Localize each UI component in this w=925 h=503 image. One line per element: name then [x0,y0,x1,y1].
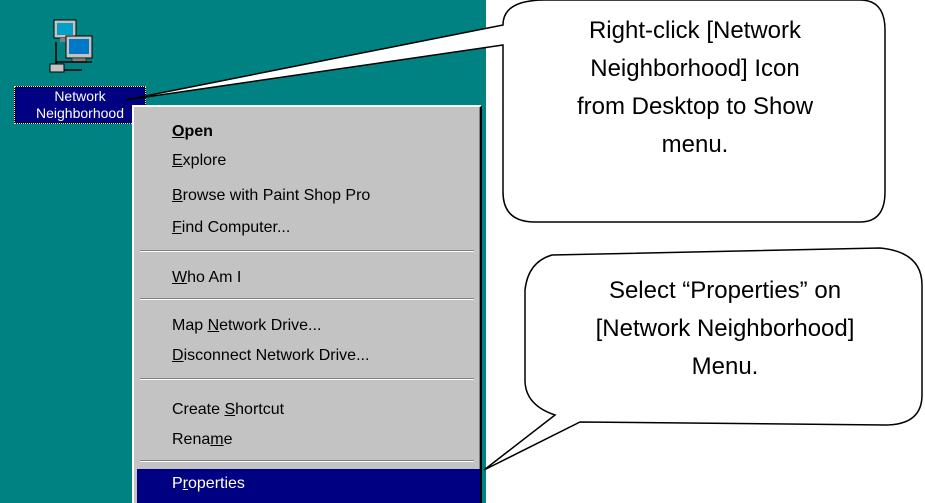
callout-top-line3: from Desktop to Show [576,93,814,120]
callout-bottom-line1: Select “Properties” on [608,277,842,304]
callout-top-text: Right-click [Network Neighborhood] Icon … [510,12,880,164]
callout-bottom-line3: Menu. [691,353,759,380]
callout-top-line4: menu. [661,131,729,158]
callout-bottom-text: Select “Properties” on [Network Neighbor… [530,272,920,386]
callout-top-line2: Neighborhood] Icon [590,55,800,82]
callout-top-line1: Right-click [Network [588,17,802,44]
callout-bottom-line2: [Network Neighborhood] [595,315,855,342]
